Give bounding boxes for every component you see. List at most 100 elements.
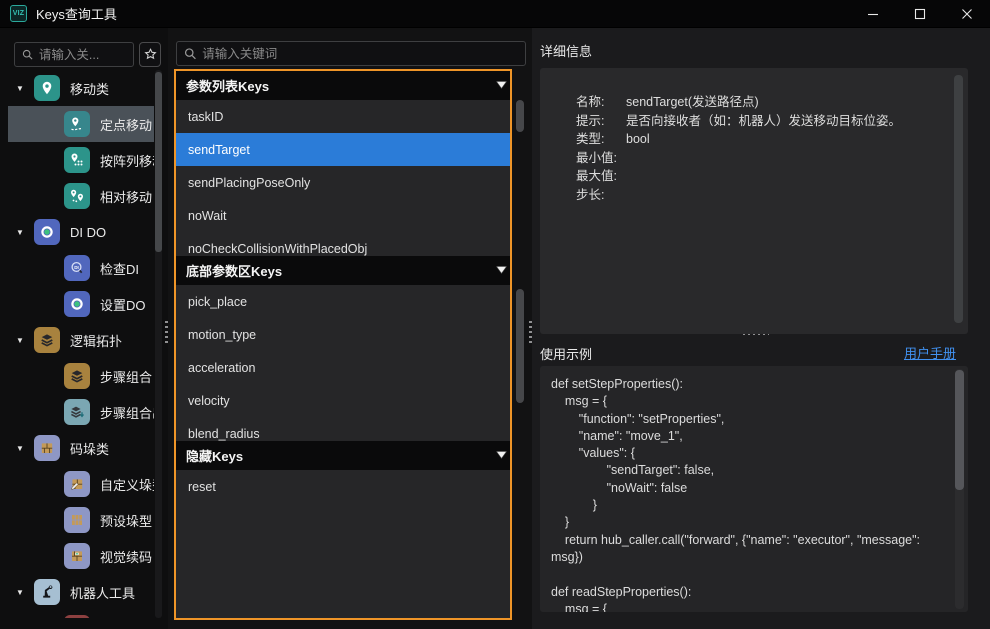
detail-field-label: 步长: — [576, 186, 626, 205]
sidebar-item-label: 预设垛型 — [100, 511, 152, 530]
usage-title: 使用示例 — [540, 344, 592, 363]
window-controls — [849, 0, 990, 28]
key-item-sendPlacingPoseOnly[interactable]: sendPlacingPoseOnly — [176, 166, 510, 199]
section-header[interactable]: 底部参数区Keys — [176, 256, 510, 285]
sidebar-item-check-di[interactable]: DI 检查DI — [8, 250, 154, 286]
expand-arrow-icon[interactable]: ▼ — [16, 588, 34, 597]
expand-arrow-icon[interactable]: ▼ — [16, 444, 34, 453]
details-title: 详细信息 — [540, 41, 592, 60]
key-item-pick_place[interactable]: pick_place — [176, 285, 510, 318]
minimize-icon — [867, 8, 879, 20]
sidebar-item-logic-topology[interactable]: ▼逻辑拓扑 — [8, 322, 154, 358]
detail-field-label: 名称: — [576, 93, 626, 112]
code-scrollbar-thumb[interactable] — [955, 370, 964, 490]
sidebar-item-vision-resume-coding[interactable]: 视觉续码 — [8, 538, 154, 574]
di-do-icon — [34, 219, 60, 245]
sidebar-item-palletizing-category[interactable]: ▼码垛类 — [8, 430, 154, 466]
maximize-button[interactable] — [896, 0, 943, 28]
palletizing-category-icon — [34, 435, 60, 461]
keylist-scrollbar-thumb[interactable] — [516, 100, 524, 132]
sidebar-scrollbar[interactable] — [155, 70, 162, 618]
category-search-box — [14, 42, 134, 67]
sidebar-splitter-handle[interactable] — [165, 321, 168, 343]
detail-field-label: 最小值: — [576, 149, 626, 168]
robot-tools-icon — [34, 579, 60, 605]
sidebar-item-label: 机器人工具 — [70, 583, 135, 602]
key-item-velocity[interactable]: velocity — [176, 384, 510, 417]
sidebar-scrollbar-thumb[interactable] — [155, 72, 162, 252]
key-item-reset[interactable]: reset — [176, 470, 510, 503]
app-logo-icon: VIZ — [10, 5, 27, 22]
key-list: 参数列表Keys taskIDsendTargetsendPlacingPoseO… — [174, 69, 512, 620]
minimize-button[interactable] — [849, 0, 896, 28]
expand-arrow-icon[interactable]: ▼ — [16, 84, 34, 93]
sidebar-item-label: DI DO — [70, 225, 106, 240]
close-button[interactable] — [943, 0, 990, 28]
key-item-acceleration[interactable]: acceleration — [176, 351, 510, 384]
key-item-motion_type[interactable]: motion_type — [176, 318, 510, 351]
sidebar-item-relative-move[interactable]: 相对移动 — [8, 178, 154, 214]
key-search-input[interactable] — [202, 47, 518, 61]
sidebar-item-step-group-output[interactable]: 步骤组合出... — [8, 394, 154, 430]
key-item-taskID[interactable]: taskID — [176, 100, 510, 133]
app-logo-text: VIZ — [13, 10, 25, 17]
section-items: reset — [176, 470, 510, 618]
favorites-button[interactable] — [139, 42, 161, 67]
key-search-box — [176, 41, 526, 66]
sidebar-item-set-do[interactable]: 设置DO — [8, 286, 154, 322]
detail-field-label: 最大值: — [576, 167, 626, 186]
keylist-scrollbar-thumb[interactable] — [516, 289, 524, 403]
sidebar-item-fixed-point-move[interactable]: 定点移动 — [8, 106, 154, 142]
expand-arrow-icon[interactable]: ▼ — [16, 336, 34, 345]
custom-pallet-pattern-icon — [64, 471, 90, 497]
star-badge-icon — [144, 48, 157, 61]
sidebar-item-robot-tools[interactable]: ▼ 机器人工具 — [8, 574, 154, 610]
logic-topology-icon — [34, 327, 60, 353]
sidebar-item-di-do[interactable]: ▼ DI DO — [8, 214, 154, 250]
search-icon — [22, 48, 33, 61]
user-manual-link[interactable]: 用户手册 — [904, 343, 956, 362]
window-title: Keys查询工具 — [36, 4, 117, 23]
collapse-arrow-icon[interactable] — [496, 81, 507, 89]
keylist-splitter-handle[interactable] — [529, 321, 532, 343]
category-search-input[interactable] — [39, 48, 126, 62]
section-title: 隐藏Keys — [186, 446, 243, 465]
search-icon — [184, 47, 196, 60]
svg-text:DI: DI — [74, 265, 79, 270]
collapse-arrow-icon[interactable] — [496, 266, 507, 274]
section-header[interactable]: 隐藏Keys — [176, 441, 510, 470]
sidebar-item-clipped-item[interactable] — [8, 610, 154, 618]
collapse-arrow-icon[interactable] — [496, 451, 507, 459]
preset-pallet-pattern-icon — [64, 507, 90, 533]
key-item-blend_radius[interactable]: blend_radius — [176, 417, 510, 441]
sidebar-item-label: 步骤组合出... — [100, 403, 154, 422]
sidebar-item-step-group[interactable]: 步骤组合 — [8, 358, 154, 394]
detail-field-value — [626, 186, 938, 205]
sidebar-item-label: 检查DI — [100, 259, 139, 278]
sidebar-item-label: 移动类 — [70, 79, 109, 98]
sidebar-item-move-category[interactable]: ▼ 移动类 — [8, 70, 154, 106]
expand-arrow-icon[interactable]: ▼ — [16, 228, 34, 237]
clipped-item-icon — [64, 615, 90, 618]
sidebar-item-custom-pallet-pattern[interactable]: 自定义垛型 — [8, 466, 154, 502]
section-title: 参数列表Keys — [186, 76, 269, 95]
move-category-icon — [34, 75, 60, 101]
key-item-noWait[interactable]: noWait — [176, 199, 510, 232]
fixed-point-move-icon — [64, 111, 90, 137]
detail-field-label: 类型: — [576, 130, 626, 149]
sidebar-item-preset-pallet-pattern[interactable]: 预设垛型 — [8, 502, 154, 538]
section-items: taskIDsendTargetsendPlacingPoseOnlynoWai… — [176, 100, 510, 256]
sidebar-item-array-move[interactable]: 按阵列移动 — [8, 142, 154, 178]
code-example-box: def setStepProperties(): msg = { "functi… — [540, 366, 968, 612]
sidebar-item-label: 定点移动 — [100, 115, 152, 134]
details-fields: 名称:sendTarget(发送路径点)提示:是否向接收者（如：机器人）发送移动… — [540, 68, 968, 205]
section-header[interactable]: 参数列表Keys — [176, 71, 510, 100]
section-title: 底部参数区Keys — [186, 261, 282, 280]
key-item-noCheckCollisionWithPlacedObj[interactable]: noCheckCollisionWithPlacedObj — [176, 232, 510, 256]
sidebar-item-label: 相对移动 — [100, 187, 152, 206]
sidebar-item-label: 自定义垛型 — [100, 475, 154, 494]
close-icon — [961, 8, 973, 20]
category-tree: ▼移动类定点移动按阵列移动相对移动▼DI DODI检查DI设置DO▼逻辑拓扑步骤… — [8, 70, 154, 618]
key-item-sendTarget[interactable]: sendTarget — [176, 133, 510, 166]
details-scrollbar-thumb[interactable] — [954, 75, 963, 323]
